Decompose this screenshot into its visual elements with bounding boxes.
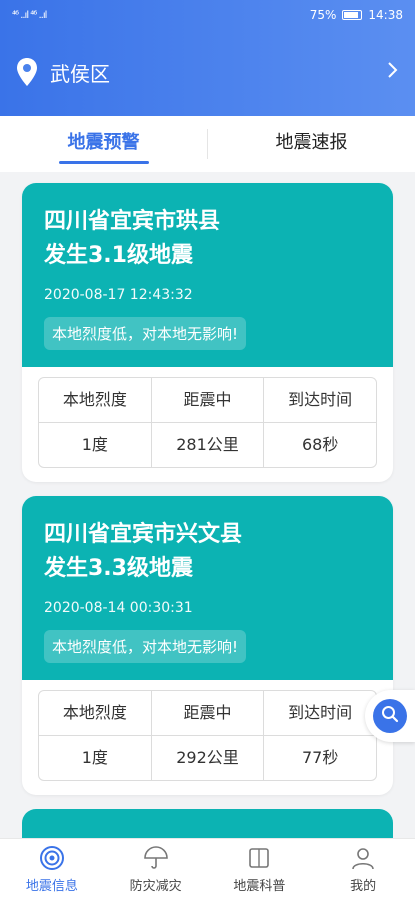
nav-label: 我的 xyxy=(350,879,377,894)
card-impact-note: 本地烈度低，对本地无影响! xyxy=(44,630,247,663)
earthquake-card[interactable]: 四川省宜宾市珙县 发生3.1级地震 2020-08-17 12:43:32 本地… xyxy=(22,183,393,482)
cell-distance: 292公里 xyxy=(150,736,264,780)
umbrella-icon xyxy=(143,845,169,871)
table-row: 1度 281公里 68秒 xyxy=(39,422,376,467)
search-button[interactable] xyxy=(373,699,407,733)
book-icon xyxy=(246,845,272,871)
card-header: 四川省宜宾市珙县 发生3.1级地震 2020-08-17 12:43:32 本地… xyxy=(22,183,393,367)
table-header-row: 本地烈度 距震中 到达时间 xyxy=(39,691,376,735)
header-arrival: 到达时间 xyxy=(263,378,376,422)
card-table: 本地烈度 距震中 到达时间 1度 292公里 77秒 xyxy=(22,680,393,795)
header-intensity: 本地烈度 xyxy=(62,703,127,722)
card-title-line2: 发生3.1级地震 xyxy=(44,243,193,268)
quake-info-icon xyxy=(39,845,65,871)
cell-arrival: 77秒 xyxy=(263,736,376,780)
bottom-nav: 地震信息 防灾减灾 地震科普 我的 xyxy=(0,838,415,900)
cell-distance: 281公里 xyxy=(150,423,264,467)
tab-earthquake-warning[interactable]: 地震预警 xyxy=(0,116,207,172)
clock: 14:38 xyxy=(368,8,403,22)
tab-bar: 地震预警 地震速报 xyxy=(0,116,415,172)
table-row: 1度 292公里 77秒 xyxy=(39,735,376,780)
card-time: 2020-08-17 12:43:32 xyxy=(44,287,193,303)
cell-arrival: 68秒 xyxy=(263,423,376,467)
location-name: 武侯区 xyxy=(50,61,110,86)
header-distance: 距震中 xyxy=(150,691,264,735)
earthquake-card[interactable]: 四川省宜宾市兴文县 发生3.3级地震 2020-08-14 00:30:31 本… xyxy=(22,496,393,795)
nav-science[interactable]: 地震科普 xyxy=(208,839,312,900)
battery-percent: 75% xyxy=(309,8,337,22)
card-title-line1: 四川省宜宾市兴文县 xyxy=(44,522,243,547)
card-table: 本地烈度 距震中 到达时间 1度 281公里 68秒 xyxy=(22,367,393,482)
nav-disaster-prevention[interactable]: 防灾减灾 xyxy=(104,839,208,900)
user-icon xyxy=(350,845,376,871)
card-time: 2020-08-14 00:30:31 xyxy=(44,600,193,616)
card-title-line1: 四川省宜宾市珙县 xyxy=(44,209,221,234)
earthquake-list: 四川省宜宾市珙县 发生3.1级地震 2020-08-17 12:43:32 本地… xyxy=(22,183,393,849)
app-header: ⁴⁶ ..ıl ⁴⁶ ..ıl 75% 14:38 武侯区 xyxy=(0,0,415,116)
search-icon xyxy=(381,705,399,727)
nav-label: 地震科普 xyxy=(233,879,286,894)
nav-label: 地震信息 xyxy=(25,879,78,894)
cell-intensity: 1度 xyxy=(81,435,108,454)
cell-intensity: 1度 xyxy=(81,748,108,767)
signal-indicator: ⁴⁶ ..ıl ⁴⁶ ..ıl xyxy=(12,9,47,21)
header-intensity: 本地烈度 xyxy=(62,390,127,409)
header-arrival: 到达时间 xyxy=(263,691,376,735)
table-header-row: 本地烈度 距震中 到达时间 xyxy=(39,378,376,422)
tab-earthquake-report[interactable]: 地震速报 xyxy=(208,116,415,172)
nav-label: 防灾减灾 xyxy=(129,879,182,894)
nav-mine[interactable]: 我的 xyxy=(311,839,415,900)
header-distance: 距震中 xyxy=(150,378,264,422)
card-impact-note: 本地烈度低，对本地无影响! xyxy=(44,317,247,350)
battery-icon xyxy=(342,10,363,20)
chevron-right-icon xyxy=(387,60,399,84)
card-header: 四川省宜宾市兴文县 发生3.3级地震 2020-08-14 00:30:31 本… xyxy=(22,496,393,680)
card-title-line2: 发生3.3级地震 xyxy=(44,556,193,581)
location-pin-icon xyxy=(16,57,38,87)
location-selector[interactable]: 武侯区 xyxy=(0,52,415,92)
search-fab[interactable] xyxy=(365,690,415,742)
nav-earthquake-info[interactable]: 地震信息 xyxy=(0,839,104,900)
status-bar: ⁴⁶ ..ıl ⁴⁶ ..ıl 75% 14:38 xyxy=(0,0,415,30)
